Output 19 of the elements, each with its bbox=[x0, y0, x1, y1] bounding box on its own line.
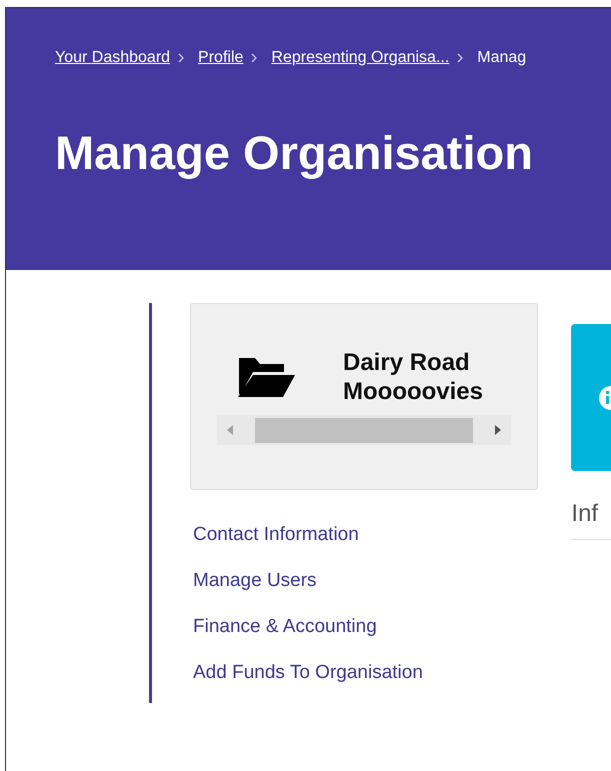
scroll-left-icon[interactable] bbox=[227, 425, 233, 435]
folder-icon bbox=[237, 356, 295, 398]
breadcrumb-link[interactable]: Profile bbox=[198, 49, 244, 67]
breadcrumb-link[interactable]: Representing Organisa... bbox=[271, 49, 450, 67]
sidebar-link[interactable]: Add Funds To Organisation bbox=[193, 661, 423, 684]
page-title: Manage Organisation bbox=[55, 125, 534, 180]
organisation-name: Dairy Road Mooooovies bbox=[343, 348, 484, 406]
chevron-icon bbox=[178, 53, 184, 63]
sidebar-link[interactable]: Manage Users bbox=[193, 569, 317, 592]
breadcrumb-current: Manag bbox=[477, 49, 526, 67]
sidebar-link[interactable]: Contact Information bbox=[193, 523, 359, 546]
chevron-icon bbox=[251, 53, 258, 63]
section-heading: Inf bbox=[571, 500, 611, 540]
breadcrumb-link[interactable]: Your Dashboard bbox=[55, 49, 170, 67]
sidebar-link[interactable]: Finance & Accounting bbox=[193, 615, 377, 638]
scroll-right-icon[interactable] bbox=[495, 425, 502, 435]
chevron-icon bbox=[457, 53, 464, 63]
horizontal-scrollbar[interactable] bbox=[217, 415, 512, 445]
scrollbar-thumb[interactable] bbox=[255, 418, 474, 442]
